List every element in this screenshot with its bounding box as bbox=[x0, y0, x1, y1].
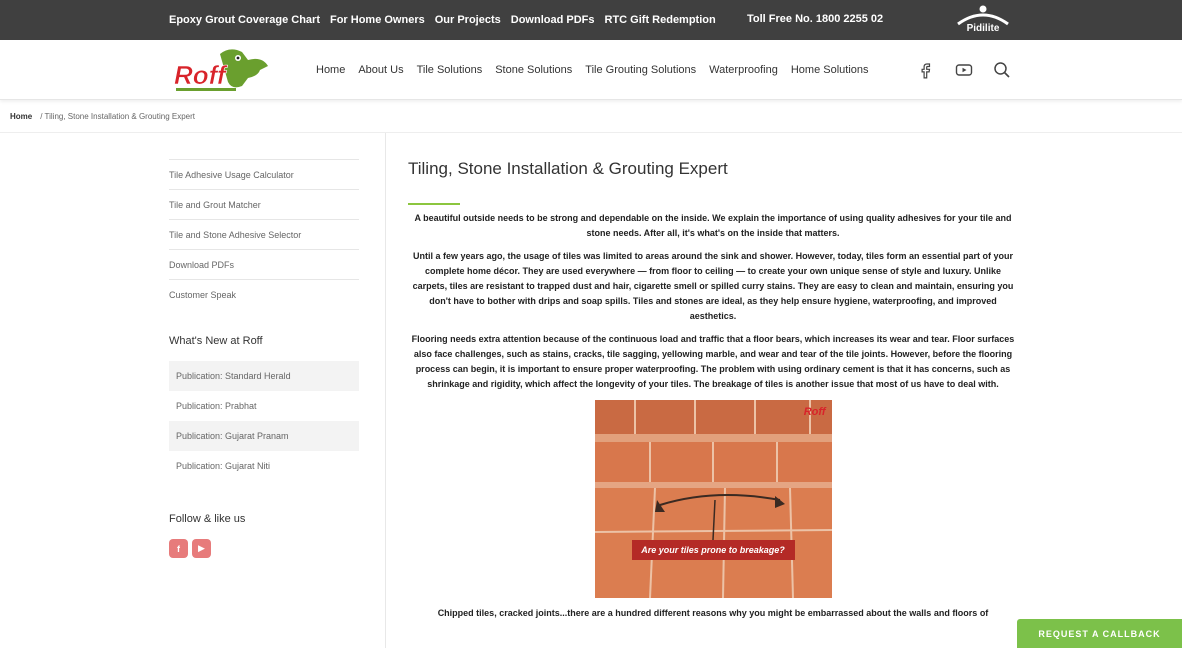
top-link-home-owners[interactable]: For Home Owners bbox=[330, 14, 425, 26]
top-link-projects[interactable]: Our Projects bbox=[435, 14, 501, 26]
request-callback-button[interactable]: REQUEST A CALLBACK bbox=[1017, 619, 1182, 648]
breadcrumb: Home / Tiling, Stone Installation & Grou… bbox=[0, 100, 1182, 133]
top-links: Epoxy Grout Coverage Chart For Home Owne… bbox=[169, 14, 716, 26]
roff-logo[interactable]: Roff bbox=[172, 46, 272, 96]
publication-list: Publication: Standard Herald Publication… bbox=[169, 361, 359, 481]
sidebar: Tile Adhesive Usage Calculator Tile and … bbox=[169, 159, 359, 558]
social-buttons: f ▶ bbox=[169, 539, 359, 558]
nav-icons bbox=[916, 60, 1012, 80]
nav-menu: Home About Us Tile Solutions Stone Solut… bbox=[316, 64, 869, 76]
sidebar-item-adhesive-calculator[interactable]: Tile Adhesive Usage Calculator bbox=[169, 159, 359, 189]
top-link-download-pdfs[interactable]: Download PDFs bbox=[511, 14, 595, 26]
body-paragraph: Until a few years ago, the usage of tile… bbox=[412, 251, 1014, 321]
pidilite-logo[interactable]: Pidilite bbox=[953, 4, 1013, 36]
toll-free-number: Toll Free No. 1800 2255 02 bbox=[747, 13, 884, 25]
facebook-icon[interactable] bbox=[916, 60, 936, 80]
publication-item[interactable]: Publication: Standard Herald bbox=[169, 361, 359, 391]
publication-item[interactable]: Publication: Gujarat Pranam bbox=[169, 421, 359, 451]
intro-paragraph: A beautiful outside needs to be strong a… bbox=[414, 213, 1012, 238]
roff-watermark-logo: Roff bbox=[803, 406, 826, 418]
nav-stone-solutions[interactable]: Stone Solutions bbox=[495, 64, 572, 76]
youtube-icon[interactable] bbox=[954, 60, 974, 80]
follow-heading: Follow & like us bbox=[169, 513, 246, 525]
nav-home[interactable]: Home bbox=[316, 64, 345, 76]
top-bar: Epoxy Grout Coverage Chart For Home Owne… bbox=[0, 0, 1182, 40]
nav-waterproofing[interactable]: Waterproofing bbox=[709, 64, 778, 76]
top-link-rtc-gift[interactable]: RTC Gift Redemption bbox=[605, 14, 716, 26]
roff-logo-image: Roff bbox=[174, 49, 268, 91]
main-nav: Roff Home About Us Tile Solutions Stone … bbox=[0, 40, 1182, 100]
body-paragraph: Chipped tiles, cracked joints...there ar… bbox=[437, 608, 989, 618]
top-link-epoxy-grout[interactable]: Epoxy Grout Coverage Chart bbox=[169, 14, 320, 26]
whats-new-heading: What's New at Roff bbox=[169, 335, 263, 347]
breadcrumb-current: / Tiling, Stone Installation & Grouting … bbox=[40, 111, 195, 121]
main-content: Tiling, Stone Installation & Grouting Ex… bbox=[408, 159, 1018, 618]
tiles-illustration bbox=[594, 400, 832, 598]
publication-item[interactable]: Publication: Gujarat Niti bbox=[169, 451, 359, 481]
youtube-icon[interactable]: ▶ bbox=[192, 539, 211, 558]
nav-tile-solutions[interactable]: Tile Solutions bbox=[417, 64, 483, 76]
page-title: Tiling, Stone Installation & Grouting Ex… bbox=[408, 159, 728, 178]
breadcrumb-home[interactable]: Home bbox=[10, 112, 32, 121]
facebook-icon[interactable]: f bbox=[169, 539, 188, 558]
sidebar-item-download-pdfs[interactable]: Download PDFs bbox=[169, 249, 359, 279]
nav-home-solutions[interactable]: Home Solutions bbox=[791, 64, 869, 76]
nav-about-us[interactable]: About Us bbox=[358, 64, 403, 76]
search-icon[interactable] bbox=[992, 60, 1012, 80]
publication-item[interactable]: Publication: Prabhat bbox=[169, 391, 359, 421]
svg-text:Roff: Roff bbox=[174, 60, 228, 90]
body-paragraph: Flooring needs extra attention because o… bbox=[411, 334, 1015, 389]
column-divider bbox=[385, 133, 386, 648]
nav-tile-grouting-solutions[interactable]: Tile Grouting Solutions bbox=[585, 64, 696, 76]
sidebar-links: Tile Adhesive Usage Calculator Tile and … bbox=[169, 159, 359, 309]
sidebar-item-customer-speak[interactable]: Customer Speak bbox=[169, 279, 359, 309]
title-underline bbox=[408, 203, 460, 205]
sidebar-item-adhesive-selector[interactable]: Tile and Stone Adhesive Selector bbox=[169, 219, 359, 249]
page-body: Tile Adhesive Usage Calculator Tile and … bbox=[0, 133, 1182, 648]
broken-tiles-image: Roff Are your tiles prone to breakage? bbox=[594, 400, 832, 598]
sidebar-item-grout-matcher[interactable]: Tile and Grout Matcher bbox=[169, 189, 359, 219]
pidilite-label: Pidilite bbox=[966, 23, 1000, 34]
image-caption: Are your tiles prone to breakage? bbox=[631, 540, 795, 560]
